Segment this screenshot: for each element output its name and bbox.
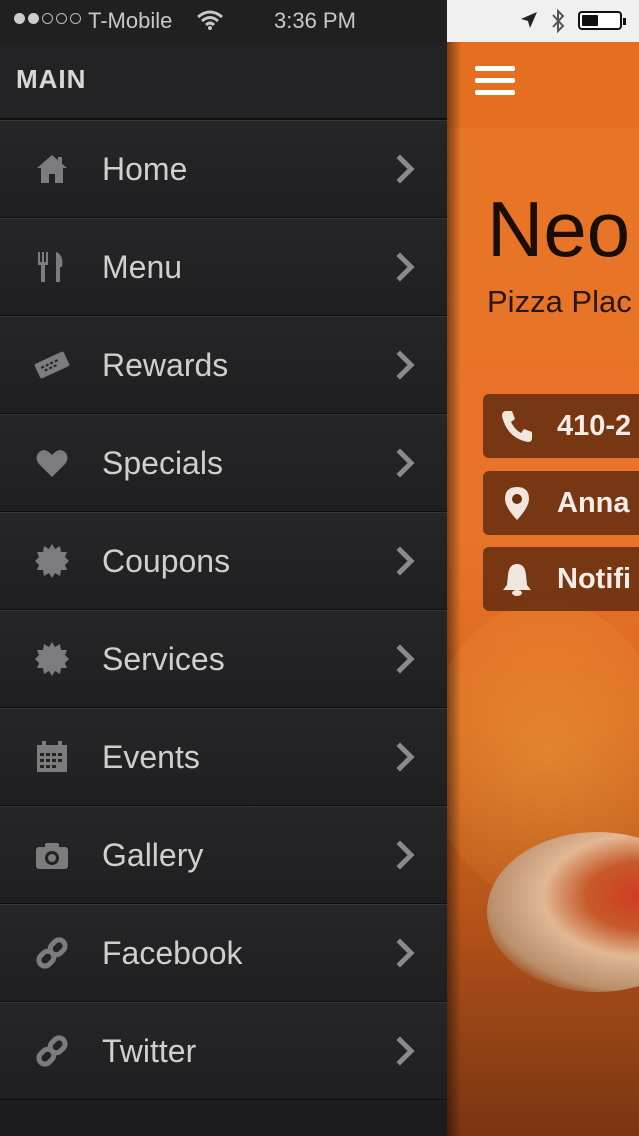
menu-list: Home Menu Rewards Specials Coupons Services Ev…: [0, 120, 447, 1100]
sidebar-item-menu[interactable]: Menu: [0, 218, 447, 316]
sidebar-item-specials[interactable]: Specials: [0, 414, 447, 512]
chevron-right-icon: [396, 448, 415, 478]
directions-button[interactable]: Anna: [483, 471, 639, 535]
side-menu: MAIN Home Menu Rewards Specials Coupons Servi…: [0, 42, 447, 1136]
wifi-icon: [197, 10, 223, 30]
sidebar-item-coupons[interactable]: Coupons: [0, 512, 447, 610]
chevron-right-icon: [396, 1036, 415, 1066]
sidebar-item-home[interactable]: Home: [0, 120, 447, 218]
carrier-name: T-Mobile: [88, 8, 173, 33]
business-name: Neo: [487, 185, 631, 273]
business-subtitle: Pizza Plac: [487, 284, 632, 319]
home-icon: [34, 151, 70, 187]
phone-icon: [502, 411, 532, 442]
badge-icon: [34, 641, 70, 677]
top-nav-bar: [447, 42, 639, 128]
signal-dots-icon: [14, 13, 81, 24]
chevron-right-icon: [396, 938, 415, 968]
chevron-right-icon: [396, 154, 415, 184]
map-pin-icon: [505, 487, 529, 520]
sidebar-item-twitter[interactable]: Twitter: [0, 1002, 447, 1100]
calendar-icon: [34, 739, 70, 775]
heart-icon: [34, 445, 70, 481]
fork-knife-icon: [34, 249, 70, 285]
link-icon: [34, 1033, 70, 1069]
notifications-button[interactable]: Notifi: [483, 547, 639, 611]
call-button[interactable]: 410-2: [483, 394, 639, 458]
sidebar-item-label: Rewards: [102, 347, 229, 383]
camera-icon: [34, 837, 70, 873]
chevron-right-icon: [396, 840, 415, 870]
battery-icon: [578, 11, 626, 30]
sidebar-item-label: Events: [102, 739, 200, 775]
location-arrow-icon: [521, 12, 537, 28]
hamburger-icon[interactable]: [475, 66, 515, 98]
sidebar-item-events[interactable]: Events: [0, 708, 447, 806]
sidebar-item-label: Coupons: [102, 543, 231, 579]
chevron-right-icon: [396, 644, 415, 674]
link-icon: [34, 935, 70, 971]
sidebar-item-gallery[interactable]: Gallery: [0, 806, 447, 904]
bell-icon: [503, 564, 531, 596]
sidebar-item-label: Specials: [102, 445, 223, 481]
battery-level-fill: [582, 15, 598, 26]
chevron-right-icon: [396, 350, 415, 380]
bluetooth-icon: [552, 8, 565, 34]
sidebar-item-label: Menu: [102, 249, 183, 285]
chevron-right-icon: [396, 546, 415, 576]
chevron-right-icon: [396, 252, 415, 282]
sidebar-item-services[interactable]: Services: [0, 610, 447, 708]
main-content: Neo Pizza Plac 410-2 Anna Notifi: [447, 42, 639, 1136]
sidebar-item-label: Facebook: [102, 935, 243, 971]
sidebar-item-label: Gallery: [102, 837, 204, 873]
sidebar-item-label: Twitter: [102, 1033, 197, 1069]
section-title: MAIN: [16, 64, 87, 94]
sidebar-item-label: Services: [102, 641, 225, 677]
sidebar-item-rewards[interactable]: Rewards: [0, 316, 447, 414]
notifications-button-label: Notifi: [557, 563, 632, 595]
section-header: MAIN: [0, 42, 447, 120]
chevron-right-icon: [396, 742, 415, 772]
call-button-label: 410-2: [557, 410, 632, 442]
sidebar-item-label: Home: [102, 151, 188, 187]
directions-button-label: Anna: [557, 487, 630, 519]
badge-icon: [34, 543, 70, 579]
ticket-icon: [34, 347, 70, 383]
sidebar-item-facebook[interactable]: Facebook: [0, 904, 447, 1002]
status-bar: T-Mobile 3:36 PM: [0, 0, 639, 42]
status-time: 3:36 PM: [274, 8, 356, 33]
panel-shadow: [447, 42, 461, 1136]
